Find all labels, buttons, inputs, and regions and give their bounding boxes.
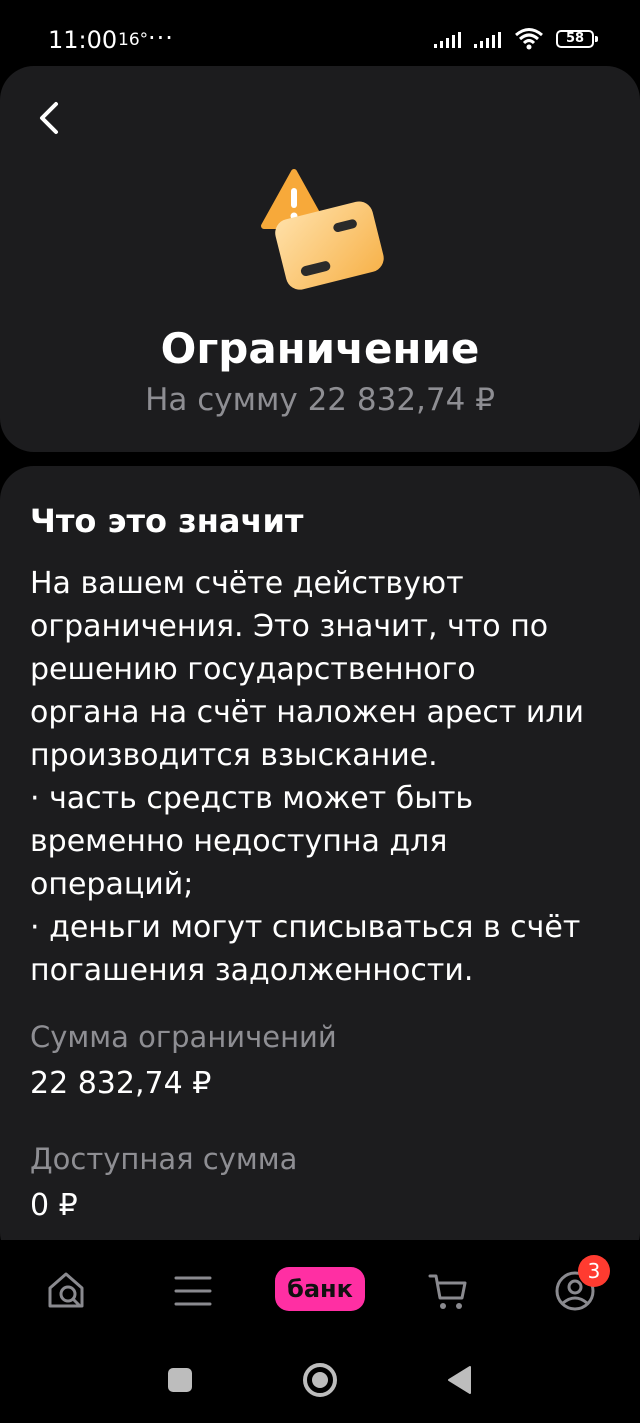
- restricted-card-icon: [258, 168, 388, 298]
- system-navigation-bar: [0, 1340, 640, 1423]
- status-indicators: 58: [434, 26, 598, 52]
- bottom-navigation: банк 3: [0, 1240, 640, 1340]
- available-sum-label: Доступная сумма: [30, 1142, 298, 1176]
- profile-notification-badge: 3: [578, 1255, 610, 1287]
- nav-home-search[interactable]: [42, 1266, 92, 1316]
- info-heading: Что это значит: [30, 502, 304, 540]
- triangle-back-icon: [448, 1366, 471, 1394]
- status-time: 11:00: [48, 26, 118, 54]
- restriction-info-card: Что это значит На вашем счёте действуют …: [0, 466, 640, 1266]
- status-more-dots: ···: [148, 24, 174, 52]
- battery-indicator: 58: [556, 30, 598, 48]
- available-sum-value: 0 ₽: [30, 1188, 78, 1223]
- cart-icon: [428, 1274, 467, 1309]
- signal-icon: [434, 32, 461, 48]
- nav-menu[interactable]: [168, 1266, 218, 1316]
- restriction-sum-label: Сумма ограничений: [30, 1020, 337, 1054]
- restriction-sum-value: 22 832,74 ₽: [30, 1066, 212, 1101]
- menu-icon: [174, 1276, 212, 1306]
- system-back-button[interactable]: [440, 1360, 480, 1400]
- chevron-left-icon: [40, 102, 58, 134]
- recent-apps-button[interactable]: [160, 1360, 200, 1400]
- restriction-header-card: Ограничение На сумму 22 832,74 ₽: [0, 66, 640, 452]
- signal-icon-2: [474, 32, 501, 48]
- nav-bank-button[interactable]: банк: [275, 1267, 365, 1311]
- home-button[interactable]: [300, 1360, 340, 1400]
- status-temperature: 16°: [118, 30, 149, 50]
- square-icon: [168, 1368, 192, 1392]
- status-bar: 11:00 16° ··· 58: [0, 0, 640, 70]
- info-description: На вашем счёте действуют ограничения. Эт…: [30, 566, 585, 988]
- wifi-icon: [515, 28, 543, 50]
- restriction-amount-subtitle: На сумму 22 832,74 ₽: [145, 382, 495, 418]
- nav-cart[interactable]: [424, 1266, 474, 1316]
- back-button[interactable]: [28, 96, 72, 140]
- page-title: Ограничение: [160, 324, 480, 373]
- home-search-icon: [48, 1272, 84, 1308]
- circle-icon: [303, 1363, 337, 1397]
